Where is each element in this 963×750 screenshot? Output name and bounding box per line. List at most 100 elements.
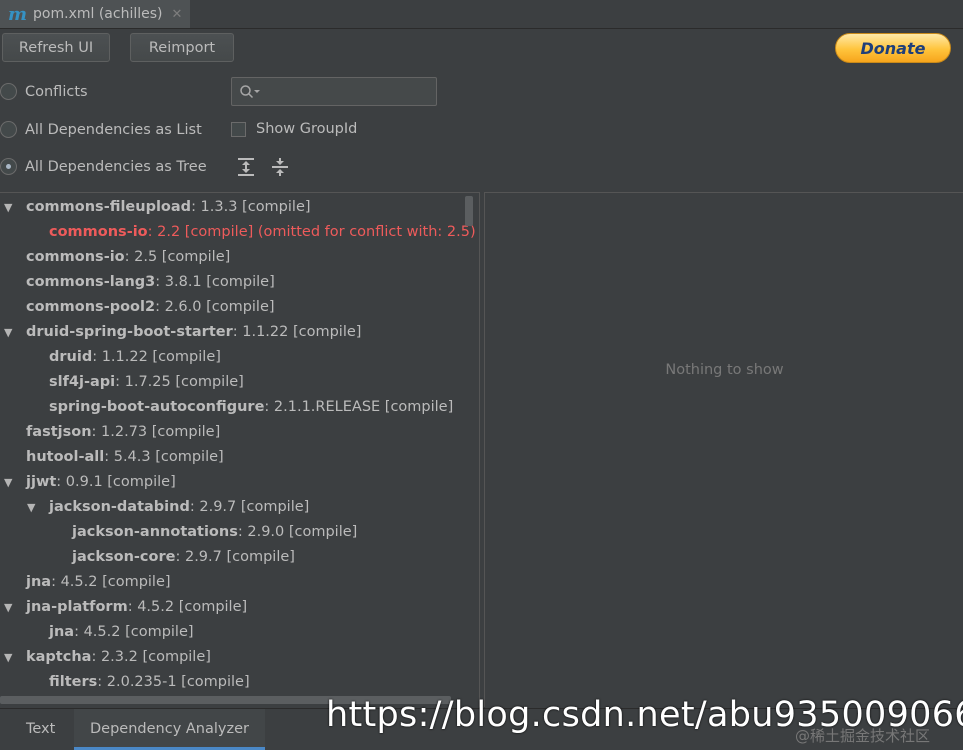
artifact-name: commons-io: [49, 224, 148, 240]
all-dependencies-list-radio[interactable]: [0, 121, 17, 138]
artifact-version: : 2.9.0 [compile]: [237, 524, 358, 540]
tree-row[interactable]: ▼ commons-fileupload : 1.3.3 [compile]: [4, 195, 311, 220]
expand-arrow-icon[interactable]: ▼: [4, 470, 26, 495]
tree-row[interactable]: ▼ jjwt : 0.9.1 [compile]: [4, 470, 176, 495]
artifact-name: commons-io: [26, 249, 125, 265]
tree-row[interactable]: commons-lang3 : 3.8.1 [compile]: [4, 270, 275, 295]
conflicts-label: Conflicts: [25, 83, 88, 100]
artifact-name: jna: [26, 574, 52, 590]
expand-all-icon[interactable]: [236, 157, 256, 177]
conflicts-radio[interactable]: [0, 83, 17, 100]
artifact-name: druid-spring-boot-starter: [26, 324, 233, 340]
tree-row[interactable]: jna : 4.5.2 [compile]: [4, 570, 171, 595]
artifact-name: jackson-annotations: [72, 524, 238, 540]
refresh-ui-button[interactable]: Refresh UI: [2, 33, 110, 62]
editor-tab-title: pom.xml (achilles): [33, 6, 163, 22]
expand-arrow-icon[interactable]: ▼: [27, 495, 49, 520]
details-pane: Nothing to show: [484, 192, 963, 707]
close-tab-icon[interactable]: ✕: [172, 7, 183, 22]
artifact-name: hutool-all: [26, 449, 105, 465]
artifact-name: spring-boot-autoconfigure: [49, 399, 265, 415]
maven-file-icon: m: [8, 3, 28, 25]
artifact-version: : 4.5.2 [compile]: [51, 574, 171, 590]
show-groupid-option[interactable]: Show GroupId: [231, 121, 357, 137]
artifact-name: druid: [49, 349, 93, 365]
artifact-version: : 5.4.3 [compile]: [104, 449, 224, 465]
tree-row[interactable]: commons-io : 2.5 [compile]: [4, 245, 230, 270]
search-field[interactable]: [265, 83, 429, 100]
all-dependencies-tree-radio[interactable]: [0, 158, 17, 175]
artifact-version: : 1.1.22 [compile]: [232, 324, 362, 340]
tree-row[interactable]: spring-boot-autoconfigure : 2.1.1.RELEAS…: [27, 395, 453, 420]
artifact-version: : 2.6.0 [compile]: [155, 299, 275, 315]
tree-row[interactable]: jackson-core : 2.9.7 [compile]: [50, 545, 295, 570]
collapse-all-icon[interactable]: [270, 157, 290, 177]
expand-arrow-icon[interactable]: ▼: [4, 320, 26, 345]
artifact-name: kaptcha: [26, 649, 92, 665]
tree-row[interactable]: druid : 1.1.22 [compile]: [27, 345, 221, 370]
artifact-version: : 1.7.25 [compile]: [115, 374, 244, 390]
artifact-version: : 4.5.2 [compile]: [127, 599, 248, 615]
artifact-version: : 2.3.2 [compile]: [91, 649, 211, 665]
artifact-name: jna-platform: [26, 599, 128, 615]
artifact-name: jackson-core: [72, 549, 176, 565]
artifact-name: jna: [49, 624, 75, 640]
tree-row[interactable]: filters : 2.0.235-1 [compile]: [27, 670, 250, 695]
tree-row[interactable]: ▼ jna-platform : 4.5.2 [compile]: [4, 595, 247, 620]
artifact-version: : 2.5 [compile]: [124, 249, 231, 265]
tree-row[interactable]: ▼ jackson-databind : 2.9.7 [compile]: [27, 495, 309, 520]
conflicts-option[interactable]: Conflicts: [0, 83, 88, 100]
expand-arrow-icon[interactable]: ▼: [4, 195, 26, 220]
tree-row[interactable]: ▼ kaptcha : 2.3.2 [compile]: [4, 645, 211, 670]
tree-tools: [236, 157, 290, 177]
artifact-version: : 3.8.1 [compile]: [155, 274, 275, 290]
artifact-name: commons-pool2: [26, 299, 156, 315]
artifact-version: : 1.1.22 [compile]: [92, 349, 221, 365]
reimport-button[interactable]: Reimport: [130, 33, 234, 62]
expand-arrow-icon[interactable]: ▼: [4, 595, 26, 620]
tree-row[interactable]: jackson-annotations : 2.9.0 [compile]: [50, 520, 357, 545]
editor-tab-pom[interactable]: m pom.xml (achilles) ✕: [0, 0, 190, 28]
all-dependencies-list-label: All Dependencies as List: [25, 121, 202, 138]
search-input[interactable]: [231, 77, 437, 106]
dependency-tree[interactable]: ▼ commons-fileupload : 1.3.3 [compile] com…: [0, 192, 480, 707]
all-dependencies-tree-label: All Dependencies as Tree: [25, 158, 207, 175]
tab-text[interactable]: Text: [26, 709, 55, 747]
search-icon: [240, 84, 260, 98]
artifact-version: : 4.5.2 [compile]: [74, 624, 194, 640]
tree-row[interactable]: commons-pool2 : 2.6.0 [compile]: [4, 295, 275, 320]
tree-row[interactable]: slf4j-api : 1.7.25 [compile]: [27, 370, 244, 395]
show-groupid-checkbox[interactable]: [231, 121, 246, 137]
artifact-name: filters: [49, 674, 98, 690]
artifact-version: : 2.0.235-1 [compile]: [97, 674, 250, 690]
tree-row[interactable]: fastjson : 1.2.73 [compile]: [4, 420, 220, 445]
editor-tab-bar: m pom.xml (achilles) ✕: [0, 0, 963, 29]
tree-row[interactable]: ▼ druid-spring-boot-starter : 1.1.22 [com…: [4, 320, 361, 345]
expand-arrow-icon[interactable]: ▼: [4, 645, 26, 670]
artifact-version: : 2.9.7 [compile]: [175, 549, 295, 565]
tab-dependency-analyzer[interactable]: Dependency Analyzer: [74, 709, 265, 750]
tree-row[interactable]: jna : 4.5.2 [compile]: [27, 620, 194, 645]
artifact-name: commons-lang3: [26, 274, 156, 290]
all-dependencies-tree-option[interactable]: All Dependencies as Tree: [0, 158, 207, 175]
site-watermark: @稀土掘金技术社区: [795, 727, 931, 745]
empty-state-text: Nothing to show: [665, 362, 784, 378]
tree-row[interactable]: commons-io : 2.2 [compile] (omitted for …: [27, 220, 476, 245]
artifact-version: : 2.1.1.RELEASE [compile]: [264, 399, 454, 415]
tree-row[interactable]: hutool-all : 5.4.3 [compile]: [4, 445, 224, 470]
vertical-scrollbar[interactable]: [465, 196, 473, 226]
all-dependencies-list-option[interactable]: All Dependencies as List: [0, 121, 202, 138]
donate-button[interactable]: Donate: [835, 33, 951, 63]
